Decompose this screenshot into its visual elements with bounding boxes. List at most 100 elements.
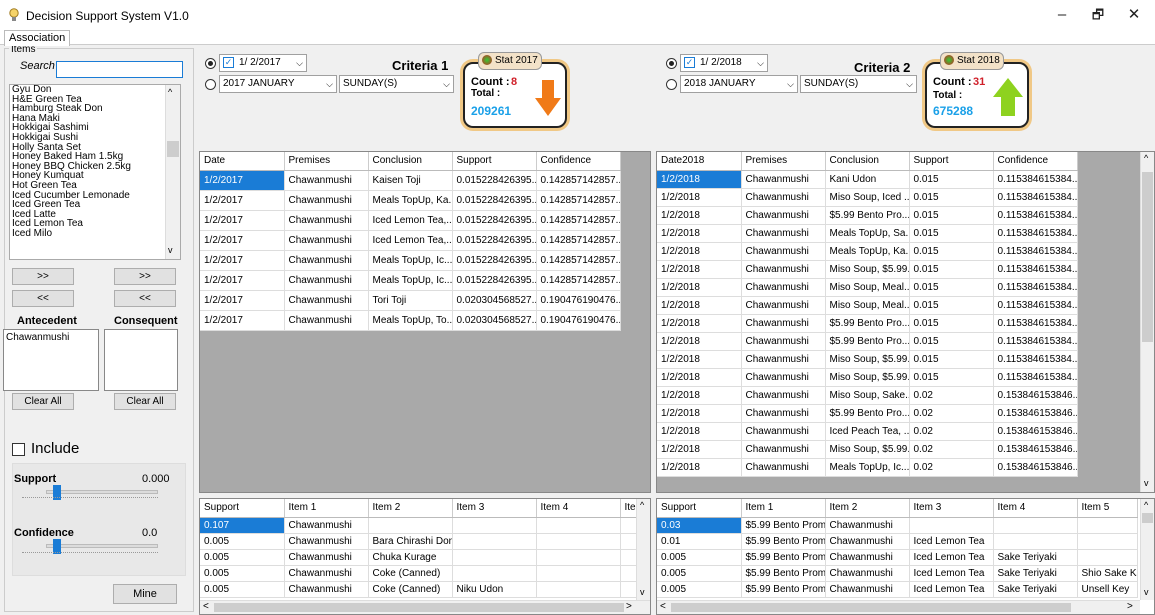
crit1-month-radio[interactable] (205, 79, 216, 90)
table-row[interactable]: 1/2/2017 Chawanmushi Meals TopUp, Ic... 0.0… (200, 250, 621, 271)
table-cell[interactable]: 0.142857142857... (536, 230, 621, 251)
table-cell[interactable] (452, 565, 537, 582)
table-cell[interactable] (993, 517, 1078, 534)
remove-consequent-button[interactable]: << (114, 290, 176, 307)
table-cell[interactable]: Tori Toji (368, 290, 453, 311)
table-cell[interactable]: 1/2/2018 (657, 458, 742, 477)
table-cell[interactable]: 1/2/2018 (657, 350, 742, 369)
table-cell[interactable]: 0.015 (909, 224, 994, 243)
table-cell[interactable]: 0.015228426395... (452, 210, 537, 231)
table-cell[interactable]: 0.153846153846... (993, 458, 1078, 477)
table-cell[interactable]: Meals TopUp, To... (368, 310, 453, 331)
table-cell[interactable] (452, 533, 537, 550)
table-cell[interactable]: $5.99 Bento Pro... (825, 206, 910, 225)
table-cell[interactable]: Miso Soup, Iced ... (825, 188, 910, 207)
support-track[interactable] (46, 490, 158, 494)
table-row[interactable]: 1/2/2018 Chawanmushi $5.99 Bento Pro... 0.0… (657, 314, 1078, 333)
table-cell[interactable]: Chawanmushi (825, 565, 910, 582)
itemsets-grid-2018[interactable]: Support Item 1 Item 2 Item 3 Item 4 Item 5 0.0… (656, 498, 1155, 615)
table-row[interactable]: 0.005 $5.99 Bento Promo Chawanmushi Iced Le… (657, 581, 1138, 598)
table-cell[interactable]: 0.115384615384... (993, 314, 1078, 333)
table-cell[interactable]: 0.142857142857... (536, 170, 621, 191)
table-row[interactable]: 1/2/2017 Chawanmushi Kaisen Toji 0.01522842… (200, 170, 621, 191)
table-cell[interactable]: Chawanmushi (741, 332, 826, 351)
table-cell[interactable]: 1/2/2018 (657, 404, 742, 423)
table-row[interactable]: 1/2/2018 Chawanmushi Miso Soup, $5.99... 0.… (657, 260, 1078, 279)
table-cell[interactable]: Iced Lemon Tea (909, 565, 994, 582)
scroll-up-icon[interactable]: ^ (640, 500, 644, 510)
table-cell[interactable]: 0.015 (909, 260, 994, 279)
table-cell[interactable] (536, 581, 621, 598)
table-cell[interactable]: 0.190476190476... (536, 290, 621, 311)
itemsets-2018-hscrollbar[interactable]: < > (657, 600, 1140, 614)
table-row[interactable]: 1/2/2017 Chawanmushi Meals TopUp, To... 0.0… (200, 310, 621, 331)
column-header[interactable]: Item 3 (909, 499, 994, 518)
maximize-button[interactable]: 🗗 (1081, 4, 1115, 26)
table-cell[interactable]: 0.015228426395... (452, 230, 537, 251)
table-cell[interactable]: Meals TopUp, Ic... (825, 458, 910, 477)
table-cell[interactable]: 1/2/2018 (657, 206, 742, 225)
column-header[interactable]: Item 2 (825, 499, 910, 518)
table-cell[interactable]: Chawanmushi (284, 290, 369, 311)
table-cell[interactable]: Chawanmushi (284, 581, 369, 598)
column-header[interactable]: Item 3 (452, 499, 537, 518)
table-cell[interactable]: Chawanmushi (741, 188, 826, 207)
column-header[interactable]: Conclusion (825, 152, 910, 171)
table-cell[interactable]: 0.02 (909, 440, 994, 459)
table-cell[interactable]: Chawanmushi (825, 517, 910, 534)
table-cell[interactable]: 1/2/2017 (200, 170, 285, 191)
table-cell[interactable]: $5.99 Bento Promo (741, 581, 826, 598)
itemsets-2017-vscrollbar[interactable]: ^ v (636, 499, 650, 600)
table-cell[interactable]: 1/2/2017 (200, 310, 285, 331)
table-cell[interactable]: 1/2/2018 (657, 386, 742, 405)
table-cell[interactable]: 0.115384615384... (993, 224, 1078, 243)
scroll-right-icon[interactable]: > (626, 601, 632, 612)
scroll-thumb[interactable] (214, 603, 624, 612)
table-cell[interactable]: 0.153846153846... (993, 386, 1078, 405)
column-header[interactable]: Item 1 (741, 499, 826, 518)
table-row[interactable]: 1/2/2018 Chawanmushi $5.99 Bento Pro... 0.0… (657, 404, 1078, 423)
scroll-right-icon[interactable]: > (1127, 601, 1133, 612)
scroll-thumb[interactable] (1142, 513, 1153, 523)
checkbox-box[interactable] (12, 443, 25, 456)
table-cell[interactable]: 0.015 (909, 278, 994, 297)
crit2-day-select[interactable]: SUNDAY(S) ⌵ (800, 75, 917, 93)
table-cell[interactable]: 0.015 (909, 368, 994, 387)
table-row[interactable]: 1/2/2018 Chawanmushi Meals TopUp, Sa... 0.0… (657, 224, 1078, 243)
table-row[interactable]: 0.005 $5.99 Bento Promo Chawanmushi Iced Le… (657, 549, 1138, 566)
table-cell[interactable]: Meals TopUp, Ka... (825, 242, 910, 261)
table-cell[interactable] (452, 549, 537, 566)
column-header[interactable]: Item 5 (1077, 499, 1138, 518)
table-cell[interactable]: Sake Teriyaki (993, 549, 1078, 566)
table-cell[interactable]: Coke (Canned) (368, 581, 453, 598)
table-cell[interactable]: 0.015 (909, 332, 994, 351)
table-cell[interactable]: Kani Udon (825, 170, 910, 189)
table-cell[interactable]: Bara Chirashi Don (368, 533, 453, 550)
column-header[interactable]: Date (200, 152, 285, 171)
table-cell[interactable]: Kaisen Toji (368, 170, 453, 191)
table-cell[interactable]: 0.020304568527... (452, 290, 537, 311)
table-cell[interactable]: 1/2/2018 (657, 332, 742, 351)
table-cell[interactable]: 0.115384615384... (993, 242, 1078, 261)
table-cell[interactable]: Meals TopUp, Ic... (368, 270, 453, 291)
table-row[interactable]: 1/2/2018 Chawanmushi Miso Soup, Meal... 0.0… (657, 296, 1078, 315)
table-cell[interactable]: 0.015 (909, 188, 994, 207)
table-cell[interactable] (1077, 533, 1138, 550)
table-cell[interactable]: Meals TopUp, Sa... (825, 224, 910, 243)
table-cell[interactable]: 1/2/2017 (200, 210, 285, 231)
column-header[interactable]: Item 4 (536, 499, 621, 518)
table-cell[interactable]: 0.02 (909, 404, 994, 423)
column-header[interactable]: Support (657, 499, 742, 518)
table-cell[interactable]: 0.142857142857... (536, 190, 621, 211)
table-cell[interactable]: Chawanmushi (741, 350, 826, 369)
table-cell[interactable]: 0.115384615384... (993, 296, 1078, 315)
clear-antecedent-button[interactable]: Clear All (12, 393, 74, 410)
scroll-thumb[interactable] (167, 141, 179, 157)
table-cell[interactable]: Chawanmushi (741, 458, 826, 477)
table-cell[interactable]: 0.01 (657, 533, 742, 550)
table-cell[interactable]: Chawanmushi (284, 250, 369, 271)
minimize-button[interactable]: – (1045, 4, 1079, 26)
table-row[interactable]: 1/2/2018 Chawanmushi Iced Peach Tea, ... 0.… (657, 422, 1078, 441)
table-cell[interactable]: 1/2/2018 (657, 296, 742, 315)
rules-2018-scrollbar[interactable]: ^ v (1140, 152, 1154, 492)
